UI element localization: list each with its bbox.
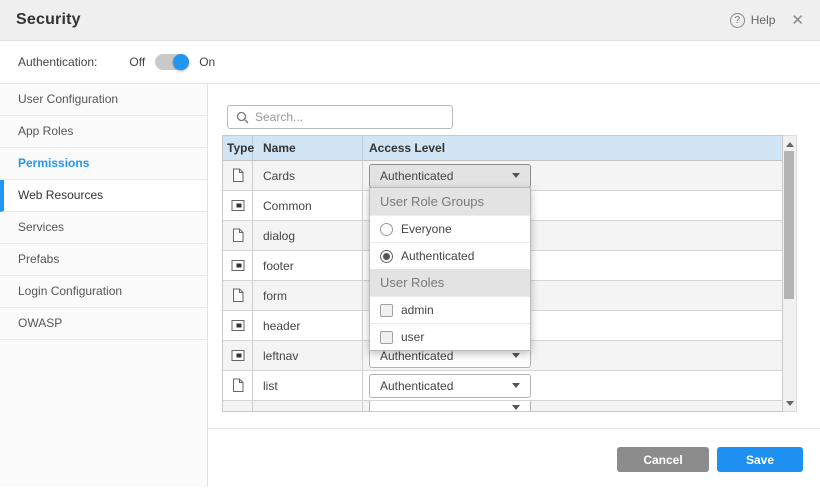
option-label: Everyone — [401, 222, 452, 236]
option-authenticated[interactable]: Authenticated — [370, 242, 530, 269]
type-cell — [223, 341, 253, 370]
sidebar: User ConfigurationApp RolesPermissionsWe… — [0, 84, 208, 487]
table-scrollbar[interactable] — [783, 135, 797, 412]
type-cell — [223, 161, 253, 190]
partial-icon — [231, 348, 245, 363]
access-cell — [363, 401, 782, 411]
access-level-select[interactable]: Authenticated — [369, 374, 531, 398]
type-cell — [223, 401, 253, 411]
radio-unchecked-icon[interactable] — [380, 223, 393, 236]
panel-section-user-roles: User Roles — [370, 269, 530, 296]
type-cell — [223, 191, 253, 220]
column-header-type: Type — [223, 136, 253, 160]
page-icon — [231, 168, 245, 183]
access-level-value: Authenticated — [380, 379, 453, 393]
authentication-label: Authentication: — [18, 55, 97, 69]
name-cell: Common — [253, 191, 363, 220]
search-box — [227, 105, 453, 129]
toggle-off-label: Off — [129, 55, 145, 69]
column-header-access-level: Access Level — [363, 141, 782, 155]
type-cell — [223, 371, 253, 400]
sidebar-item-owasp[interactable]: OWASP — [0, 308, 207, 340]
checkbox-unchecked-icon[interactable] — [380, 304, 393, 317]
name-cell: form — [253, 281, 363, 310]
toggle-on-label: On — [199, 55, 215, 69]
name-cell: leftnav — [253, 341, 363, 370]
table-row-partial — [223, 401, 782, 411]
content-body: User ConfigurationApp RolesPermissionsWe… — [0, 84, 820, 487]
access-cell: Authenticated — [363, 371, 782, 400]
type-cell — [223, 311, 253, 340]
help-label: Help — [751, 13, 776, 27]
scroll-up-icon[interactable] — [783, 137, 796, 151]
titlebar: Security ? Help ✕ — [0, 0, 820, 41]
partial-icon — [231, 198, 245, 213]
table-row: list Authenticated — [223, 371, 782, 401]
option-everyone[interactable]: Everyone — [370, 215, 530, 242]
name-cell: dialog — [253, 221, 363, 250]
titlebar-actions: ? Help ✕ — [730, 13, 804, 28]
page-icon — [231, 288, 245, 303]
sidebar-item-login-configuration[interactable]: Login Configuration — [0, 276, 207, 308]
page-icon — [231, 378, 245, 393]
sidebar-item-web-resources[interactable]: Web Resources — [0, 180, 207, 212]
checkbox-unchecked-icon[interactable] — [380, 331, 393, 344]
scroll-down-icon[interactable] — [783, 396, 796, 410]
help-button[interactable]: ? Help — [730, 13, 776, 28]
footer-actions: Cancel Save — [617, 447, 803, 472]
close-icon[interactable]: ✕ — [791, 13, 804, 28]
option-label: Authenticated — [401, 249, 474, 263]
chevron-down-icon — [512, 353, 520, 358]
option-label: admin — [401, 303, 434, 317]
scrollbar-thumb[interactable] — [784, 151, 794, 299]
page-icon — [231, 228, 245, 243]
name-cell: list — [253, 371, 363, 400]
footer-divider — [208, 428, 820, 429]
access-level-select[interactable]: Authenticated — [369, 164, 531, 188]
page-title: Security — [16, 11, 81, 29]
name-cell — [253, 401, 363, 411]
type-cell — [223, 251, 253, 280]
main-panel: Type Name Access Level Cards Authenticate… — [208, 84, 820, 487]
web-resources-table: Type Name Access Level Cards Authenticate… — [222, 135, 797, 412]
type-cell — [223, 281, 253, 310]
name-cell: Cards — [253, 161, 363, 190]
cancel-button[interactable]: Cancel — [617, 447, 709, 472]
search-icon — [236, 111, 249, 124]
help-icon: ? — [730, 13, 745, 28]
column-header-name: Name — [253, 136, 363, 160]
access-level-dropdown-panel: User Role Groups Everyone Authenticated Use… — [369, 187, 531, 351]
access-level-value: Authenticated — [380, 169, 453, 183]
option-admin[interactable]: admin — [370, 296, 530, 323]
option-label: user — [401, 330, 424, 344]
sidebar-item-prefabs[interactable]: Prefabs — [0, 244, 207, 276]
toggle-knob — [173, 54, 189, 70]
table-header-row: Type Name Access Level — [223, 136, 782, 161]
chevron-down-icon — [512, 405, 520, 410]
radio-checked-icon[interactable] — [380, 250, 393, 263]
sidebar-item-permissions[interactable]: Permissions — [0, 148, 207, 180]
name-cell: header — [253, 311, 363, 340]
sidebar-item-services[interactable]: Services — [0, 212, 207, 244]
access-cell: Authenticated — [363, 161, 782, 190]
type-cell — [223, 221, 253, 250]
partial-icon — [231, 258, 245, 273]
chevron-down-icon — [512, 383, 520, 388]
security-page: Security ? Help ✕ Authentication: Off On… — [0, 0, 820, 488]
name-cell: footer — [253, 251, 363, 280]
access-level-select[interactable] — [369, 401, 531, 411]
authentication-toggle[interactable] — [155, 54, 189, 70]
sidebar-item-app-roles[interactable]: App Roles — [0, 116, 207, 148]
authentication-bar: Authentication: Off On — [0, 41, 820, 84]
chevron-down-icon — [512, 173, 520, 178]
panel-section-user-role-groups: User Role Groups — [370, 188, 530, 215]
partial-icon — [231, 318, 245, 333]
save-button[interactable]: Save — [717, 447, 803, 472]
sidebar-item-user-configuration[interactable]: User Configuration — [0, 84, 207, 116]
search-input[interactable] — [255, 110, 444, 124]
option-user[interactable]: user — [370, 323, 530, 350]
